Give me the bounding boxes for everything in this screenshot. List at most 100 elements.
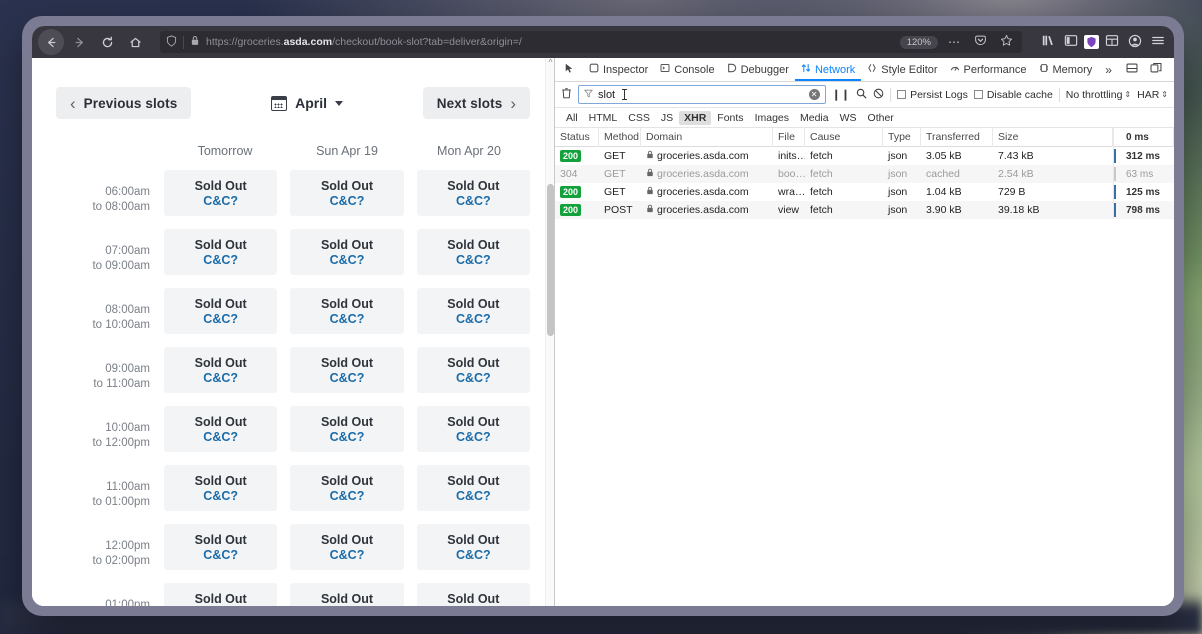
devtools-tab-performance[interactable]: Performance bbox=[944, 58, 1033, 81]
clear-icon[interactable]: ✕ bbox=[808, 89, 820, 100]
slot-cell[interactable]: Sold OutC&C? bbox=[416, 465, 530, 511]
slot-cell[interactable]: Sold OutC&C? bbox=[164, 583, 278, 606]
slot-cell[interactable]: Sold OutC&C? bbox=[290, 229, 404, 275]
page-scrollbar[interactable]: ^ bbox=[545, 58, 554, 606]
column-header-size[interactable]: Size bbox=[993, 127, 1113, 147]
page-scrollbar-thumb[interactable] bbox=[547, 184, 554, 336]
devtools-tab-network[interactable]: Network bbox=[795, 58, 861, 81]
type-filter-html[interactable]: HTML bbox=[584, 111, 623, 125]
back-button[interactable] bbox=[38, 29, 64, 55]
trash-icon[interactable] bbox=[561, 87, 572, 102]
slot-cell[interactable]: Sold OutC&C? bbox=[416, 288, 530, 334]
slot-cell[interactable]: Sold OutC&C? bbox=[290, 170, 404, 216]
slot-cell[interactable]: Sold OutC&C? bbox=[416, 524, 530, 570]
type-filter-xhr[interactable]: XHR bbox=[679, 110, 712, 125]
click-and-collect-link[interactable]: C&C? bbox=[330, 489, 365, 503]
lock-icon[interactable] bbox=[190, 35, 200, 49]
click-and-collect-link[interactable]: C&C? bbox=[203, 194, 238, 208]
click-and-collect-link[interactable]: C&C? bbox=[456, 312, 491, 326]
type-filter-all[interactable]: All bbox=[561, 111, 583, 125]
slot-cell[interactable]: Sold OutC&C? bbox=[416, 170, 530, 216]
type-filter-fonts[interactable]: Fonts bbox=[712, 111, 748, 125]
block-icon[interactable] bbox=[873, 88, 884, 102]
column-header-cause[interactable]: Cause bbox=[805, 127, 883, 147]
click-and-collect-link[interactable]: C&C? bbox=[203, 430, 238, 444]
column-header-status[interactable]: Status bbox=[555, 127, 599, 147]
devtools-options-icon[interactable]: ⋯ bbox=[1169, 63, 1175, 77]
click-and-collect-link[interactable]: C&C? bbox=[330, 194, 365, 208]
slot-cell[interactable]: Sold OutC&C? bbox=[416, 583, 530, 606]
column-header-type[interactable]: Type bbox=[883, 127, 921, 147]
reload-button[interactable] bbox=[94, 29, 120, 55]
network-request-row[interactable]: 304 GET groceries.asda.com boo… fetch json cac… bbox=[555, 165, 1174, 183]
url-text[interactable]: https://groceries.asda.com/checkout/book… bbox=[206, 36, 894, 48]
slot-cell[interactable]: Sold OutC&C? bbox=[164, 465, 278, 511]
zoom-level-indicator[interactable]: 120% bbox=[899, 35, 938, 49]
click-and-collect-link[interactable]: C&C? bbox=[203, 371, 238, 385]
devtools-tab-console[interactable]: Console bbox=[654, 58, 720, 81]
har-select[interactable]: HAR ⇕ bbox=[1137, 89, 1168, 101]
slot-cell[interactable]: Sold OutC&C? bbox=[164, 347, 278, 393]
slot-cell[interactable]: Sold OutC&C? bbox=[416, 406, 530, 452]
click-and-collect-link[interactable]: C&C? bbox=[456, 489, 491, 503]
dock-bottom-icon[interactable] bbox=[1121, 62, 1143, 77]
scroll-up-caret-icon[interactable]: ^ bbox=[546, 59, 554, 67]
click-and-collect-link[interactable]: C&C? bbox=[330, 430, 365, 444]
column-header-domain[interactable]: Domain bbox=[641, 127, 773, 147]
address-bar[interactable]: https://groceries.asda.com/checkout/book… bbox=[160, 31, 1022, 53]
click-and-collect-link[interactable]: C&C? bbox=[330, 548, 365, 562]
slot-cell[interactable]: Sold OutC&C? bbox=[164, 406, 278, 452]
slot-cell[interactable]: Sold OutC&C? bbox=[164, 524, 278, 570]
next-slots-button[interactable]: Next slots › bbox=[422, 87, 530, 119]
shield-container-icon[interactable] bbox=[1084, 35, 1099, 49]
click-and-collect-link[interactable]: C&C? bbox=[330, 253, 365, 267]
slot-cell[interactable]: Sold OutC&C? bbox=[290, 524, 404, 570]
network-filter-input[interactable]: slot ✕ bbox=[578, 85, 826, 104]
home-button[interactable] bbox=[122, 29, 148, 55]
slot-cell[interactable]: Sold OutC&C? bbox=[164, 288, 278, 334]
type-filter-other[interactable]: Other bbox=[863, 111, 899, 125]
type-filter-js[interactable]: JS bbox=[656, 111, 678, 125]
click-and-collect-link[interactable]: C&C? bbox=[203, 312, 238, 326]
click-and-collect-link[interactable]: C&C? bbox=[456, 194, 491, 208]
pick-element-icon[interactable] bbox=[559, 62, 581, 77]
shield-icon[interactable] bbox=[166, 34, 177, 50]
devtools-tab-debugger[interactable]: Debugger bbox=[721, 58, 795, 81]
slot-cell[interactable]: Sold OutC&C? bbox=[416, 229, 530, 275]
star-icon[interactable] bbox=[996, 34, 1016, 50]
page-actions-icon[interactable]: ⋯ bbox=[944, 35, 964, 49]
column-header-timeline[interactable]: 0 ms bbox=[1113, 127, 1174, 147]
click-and-collect-link[interactable]: C&C? bbox=[330, 371, 365, 385]
click-and-collect-link[interactable]: C&C? bbox=[456, 430, 491, 444]
slot-cell[interactable]: Sold OutC&C? bbox=[290, 583, 404, 606]
click-and-collect-link[interactable]: C&C? bbox=[203, 253, 238, 267]
slot-cell[interactable]: Sold OutC&C? bbox=[290, 406, 404, 452]
network-request-row[interactable]: 200 GET groceries.asda.com wra… fetch json 1.0… bbox=[555, 183, 1174, 201]
disable-cache-checkbox[interactable]: Disable cache bbox=[973, 89, 1053, 101]
network-request-row[interactable]: 200 GET groceries.asda.com inits… fetch json 3… bbox=[555, 147, 1174, 165]
column-header-method[interactable]: Method bbox=[599, 127, 641, 147]
column-header-transferred[interactable]: Transferred bbox=[921, 127, 993, 147]
search-icon[interactable] bbox=[856, 88, 867, 102]
account-icon[interactable] bbox=[1125, 34, 1145, 51]
devtools-overflow-icon[interactable]: » bbox=[1100, 63, 1117, 77]
click-and-collect-link[interactable]: C&C? bbox=[456, 371, 491, 385]
slot-cell[interactable]: Sold OutC&C? bbox=[290, 288, 404, 334]
slot-cell[interactable]: Sold OutC&C? bbox=[164, 170, 278, 216]
click-and-collect-link[interactable]: C&C? bbox=[330, 312, 365, 326]
pause-icon[interactable]: ❙❙ bbox=[832, 88, 850, 101]
month-picker[interactable]: April bbox=[271, 95, 344, 111]
click-and-collect-link[interactable]: C&C? bbox=[203, 548, 238, 562]
click-and-collect-link[interactable]: C&C? bbox=[203, 489, 238, 503]
library-icon[interactable] bbox=[1038, 34, 1058, 50]
type-filter-images[interactable]: Images bbox=[750, 111, 794, 125]
containers-icon[interactable] bbox=[1102, 34, 1122, 50]
separate-window-icon[interactable] bbox=[1145, 62, 1167, 77]
throttling-select[interactable]: No throttling ⇕ bbox=[1066, 89, 1131, 101]
network-request-row[interactable]: 200 POST groceries.asda.com view fetch json 3.… bbox=[555, 201, 1174, 219]
devtools-tab-style-editor[interactable]: Style Editor bbox=[861, 58, 943, 81]
click-and-collect-link[interactable]: C&C? bbox=[456, 253, 491, 267]
sidebar-icon[interactable] bbox=[1061, 34, 1081, 50]
menu-icon[interactable] bbox=[1148, 34, 1168, 50]
devtools-tab-inspector[interactable]: Inspector bbox=[583, 58, 654, 81]
